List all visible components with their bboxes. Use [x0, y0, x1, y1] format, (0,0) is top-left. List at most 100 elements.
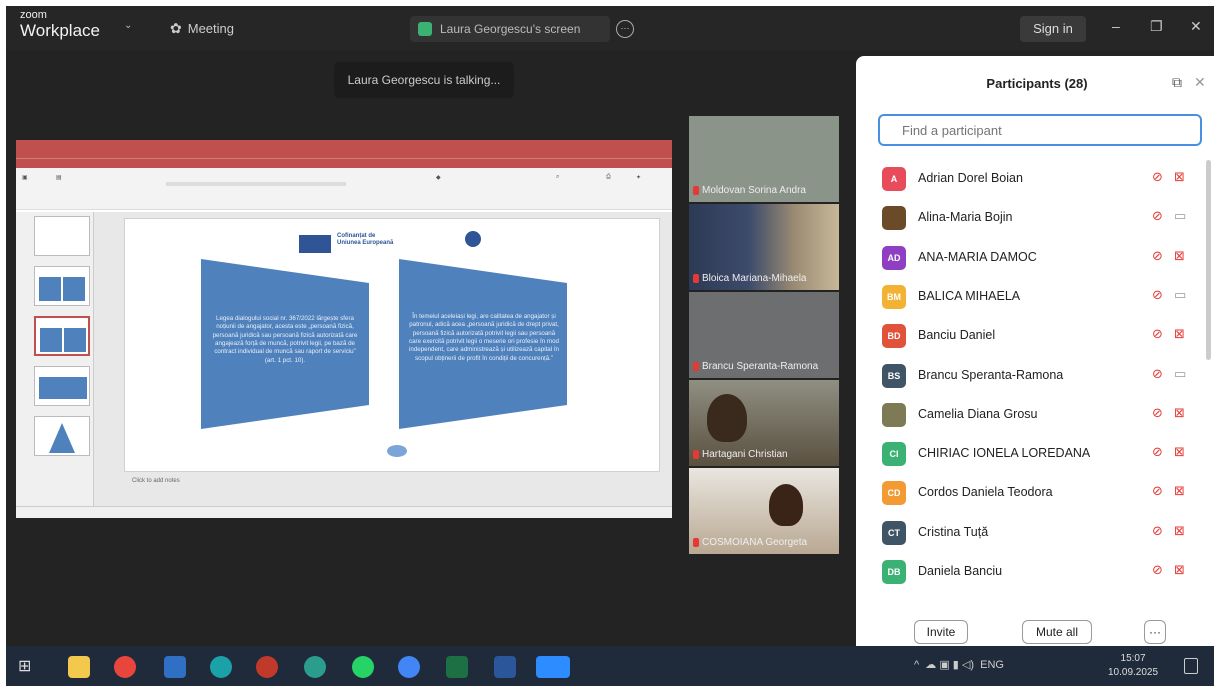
excel-icon[interactable]: [446, 656, 468, 678]
participant-row[interactable]: DB Daniela Banciu ⊘ ⊠: [856, 551, 1196, 591]
font-group: [166, 182, 346, 186]
notification-icon[interactable]: [1184, 658, 1198, 674]
start-icon[interactable]: ⊞: [18, 656, 40, 678]
video-tile[interactable]: Brancu Speranta-Ramona: [689, 292, 839, 378]
muted-mic-icon: ⊘: [1152, 522, 1163, 538]
participant-name: Daniela Banciu: [918, 564, 1003, 578]
invite-button[interactable]: Invite: [914, 620, 968, 644]
participant-row[interactable]: BD Banciu Daniel ⊘ ⊠: [856, 315, 1196, 355]
word-icon[interactable]: [494, 656, 516, 678]
video-off-icon: ⊠: [1174, 247, 1185, 263]
video-name: Brancu Speranta-Ramona: [693, 361, 818, 372]
participant-row[interactable]: CT Cristina Tuță ⊘ ⊠: [856, 512, 1196, 552]
brand-small: zoom: [20, 9, 47, 21]
search-input[interactable]: [878, 114, 1202, 146]
scrollbar[interactable]: [1206, 160, 1211, 360]
clock-date: 10.09.2025: [1108, 666, 1159, 678]
video-tile[interactable]: COSMOIANA Georgeta: [689, 468, 839, 554]
participant-row[interactable]: Alina-Maria Bojin ⊘ ▭: [856, 197, 1196, 237]
muted-mic-icon: [693, 274, 699, 283]
participant-row[interactable]: BM BALICA MIHAELA ⊘ ▭: [856, 276, 1196, 316]
language-indicator[interactable]: ENG: [980, 659, 1004, 671]
muted-mic-icon: ⊘: [1152, 326, 1163, 342]
meeting-tab[interactable]: ✿ Meeting: [170, 20, 234, 37]
more-button[interactable]: ···: [1144, 620, 1166, 644]
video-tile[interactable]: Moldovan Sorina Andra: [689, 116, 839, 202]
close-icon[interactable]: ✕: [1194, 74, 1206, 91]
shared-screen-tab[interactable]: Laura Georgescu's screen: [410, 16, 610, 42]
avatar: BS: [882, 363, 906, 388]
people-icon: ✿: [170, 20, 182, 36]
chevron-down-icon[interactable]: ⌄: [124, 20, 132, 31]
video-name: Moldovan Sorina Andra: [693, 185, 806, 196]
whatsapp-icon[interactable]: [352, 656, 374, 678]
left-shape-text: Legea dialogului social nr. 367/2022 lăr…: [212, 315, 358, 364]
participant-row[interactable]: Camelia Diana Grosu ⊘ ⊠: [856, 394, 1196, 434]
video-on-icon: ▭: [1174, 208, 1187, 224]
participant-name: ANA-MARIA DAMOC: [918, 249, 1037, 264]
slide-thumbnails: [16, 212, 94, 506]
slide-thumbnail: [34, 216, 90, 256]
video-off-icon: ⊠: [1174, 522, 1185, 538]
avatar: BD: [882, 324, 906, 349]
video-name: COSMOIANA Georgeta: [693, 537, 807, 548]
edge-icon[interactable]: [304, 656, 326, 678]
participants-title: Participants (28): [986, 76, 1088, 91]
participant-name: Camelia Diana Grosu: [918, 406, 1038, 421]
video-off-icon: ⊠: [1174, 326, 1185, 342]
muted-mic-icon: [693, 538, 699, 547]
active-speaker-banner: Laura Georgescu is talking...: [334, 62, 514, 98]
participant-name: Alina-Maria Bojin: [918, 210, 1013, 225]
chrome-icon[interactable]: [114, 656, 136, 678]
muted-mic-icon: ⊘: [1152, 286, 1163, 302]
video-off-icon: ⊠: [1174, 483, 1185, 499]
popout-icon[interactable]: ⧉: [1172, 74, 1182, 91]
paste-icon: ▣: [22, 175, 28, 181]
chrome-icon[interactable]: [398, 656, 420, 678]
muted-mic-icon: [693, 450, 699, 459]
slide-thumbnail: [34, 316, 90, 356]
system-tray[interactable]: ^ ☁ ▣ ▮ ◁) ENG: [914, 658, 1004, 671]
zoom-window: zoom Workplace ⌄ ✿ Meeting Laura Georges…: [6, 6, 1214, 686]
participant-row[interactable]: BS Brancu Speranta-Ramona ⊘ ▭: [856, 355, 1196, 395]
video-tile[interactable]: Bloica Mariana-Mihaela: [689, 204, 839, 290]
participant-name: Banciu Daniel: [918, 328, 996, 343]
outlook-icon[interactable]: [164, 656, 186, 678]
more-options-icon[interactable]: ···: [616, 20, 634, 38]
right-shape-text: În temeiul aceleiași legi, are calitatea…: [409, 313, 559, 362]
participant-row[interactable]: CI CHIRIAC IONELA LOREDANA ⊘ ⊠: [856, 433, 1196, 473]
clock[interactable]: 15:07 10.09.2025: [1108, 652, 1158, 679]
sign-in-button[interactable]: Sign in: [1020, 16, 1086, 42]
ppt-ribbon: ▣ ▤ ◆ ⌕ ⎙ ✦: [16, 168, 672, 210]
avatar: DB: [882, 560, 906, 584]
minimize-button[interactable]: –: [1112, 18, 1120, 34]
participant-face: [769, 484, 803, 526]
participant-row[interactable]: A Adrian Dorel Boian ⊘ ⊠: [856, 158, 1196, 198]
addins-icon: ✦: [636, 175, 642, 181]
avatar: [882, 206, 906, 231]
participant-face: [707, 394, 747, 442]
participant-row[interactable]: CD Cordos Daniela Teodora ⊘ ⊠: [856, 472, 1196, 512]
app-icon[interactable]: [256, 656, 278, 678]
video-tile[interactable]: Hartagani Christian: [689, 380, 839, 466]
participant-name: CHIRIAC IONELA LOREDANA: [918, 446, 1091, 461]
restore-button[interactable]: ❐: [1150, 18, 1163, 35]
file-explorer-icon[interactable]: [68, 656, 90, 678]
seal-logo: [465, 231, 481, 247]
brand-large: Workplace: [20, 21, 100, 40]
slide-notes[interactable]: Click to add notes: [132, 478, 180, 484]
mute-all-button[interactable]: Mute all: [1022, 620, 1092, 644]
zoom-icon[interactable]: [536, 656, 570, 678]
ppt-status-bar: [16, 506, 672, 518]
video-on-icon: ▭: [1174, 365, 1187, 381]
zoom-brand: zoom Workplace: [20, 9, 100, 40]
participant-name: Cristina Tuță: [918, 524, 989, 539]
participant-row[interactable]: AD ANA-MARIA DAMOC ⊘ ⊠: [856, 237, 1196, 277]
title-bar: zoom Workplace ⌄ ✿ Meeting Laura Georges…: [6, 6, 1214, 50]
share-icon: [418, 22, 432, 36]
close-window-button[interactable]: ✕: [1190, 18, 1202, 35]
video-on-icon: ▭: [1174, 286, 1187, 302]
app-icon[interactable]: [210, 656, 232, 678]
participants-list: A Adrian Dorel Boian ⊘ ⊠ Alina-Maria Bojin ⊘ ▭…: [856, 156, 1214, 604]
slide-thumbnail: [34, 416, 90, 456]
